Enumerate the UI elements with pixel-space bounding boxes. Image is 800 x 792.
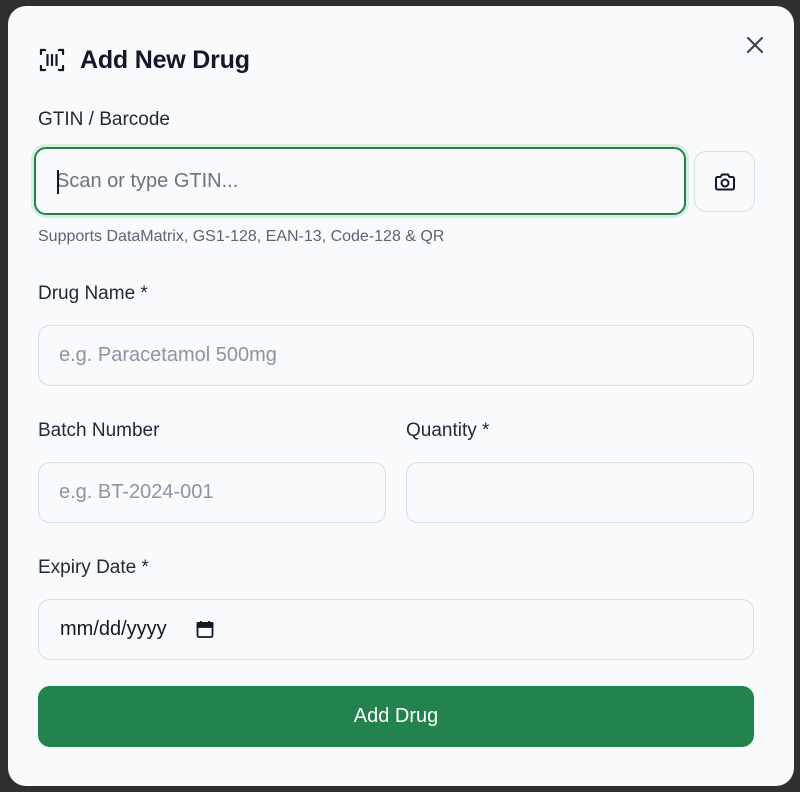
- dialog-title: Add New Drug: [80, 45, 250, 74]
- quantity-input[interactable]: [406, 462, 754, 523]
- gtin-hint: Supports DataMatrix, GS1-128, EAN-13, Co…: [38, 228, 445, 245]
- text-caret: [57, 170, 59, 194]
- dialog-header: Add New Drug: [38, 44, 250, 76]
- batch-number-input[interactable]: [38, 462, 386, 523]
- gtin-input[interactable]: [34, 147, 686, 215]
- camera-scan-button[interactable]: [694, 151, 755, 212]
- close-button[interactable]: [744, 34, 766, 56]
- drug-name-input[interactable]: [38, 325, 754, 386]
- add-drug-button[interactable]: Add Drug: [38, 686, 754, 747]
- drug-name-label: Drug Name *: [38, 283, 148, 304]
- expiry-date-input[interactable]: mm/dd/yyyy: [38, 599, 754, 660]
- close-icon: [747, 37, 763, 53]
- quantity-label: Quantity *: [406, 420, 490, 441]
- gtin-label: GTIN / Barcode: [38, 109, 170, 130]
- add-drug-dialog: Add New Drug GTIN / Barcode Supports Dat…: [8, 6, 794, 786]
- camera-icon: [714, 173, 735, 190]
- barcode-scan-icon: [38, 46, 66, 74]
- expiry-date-label: Expiry Date *: [38, 557, 149, 578]
- calendar-icon[interactable]: [195, 620, 215, 640]
- expiry-date-format: mm/dd/yyyy: [60, 618, 167, 640]
- batch-number-label: Batch Number: [38, 420, 160, 441]
